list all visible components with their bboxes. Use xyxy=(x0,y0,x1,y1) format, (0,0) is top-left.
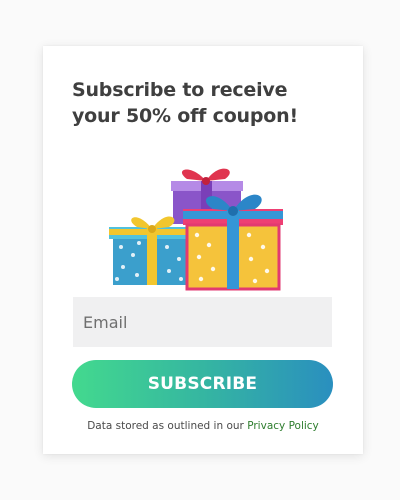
disclaimer-text: Data stored as outlined in our xyxy=(87,420,248,432)
page-background: Subscribe to receive your 50% off coupon… xyxy=(0,0,400,500)
email-input[interactable] xyxy=(73,297,332,347)
teal-gift-box xyxy=(109,216,193,285)
gift-boxes-icon xyxy=(109,168,283,291)
popup-title: Subscribe to receive your 50% off coupon… xyxy=(72,79,298,127)
subscribe-popup: Subscribe to receive your 50% off coupon… xyxy=(43,46,363,454)
privacy-policy-link[interactable]: Privacy Policy xyxy=(247,420,319,432)
privacy-disclaimer: Data stored as outlined in our Privacy P… xyxy=(43,420,363,432)
subscribe-button[interactable]: SUBSCRIBE xyxy=(72,360,333,408)
